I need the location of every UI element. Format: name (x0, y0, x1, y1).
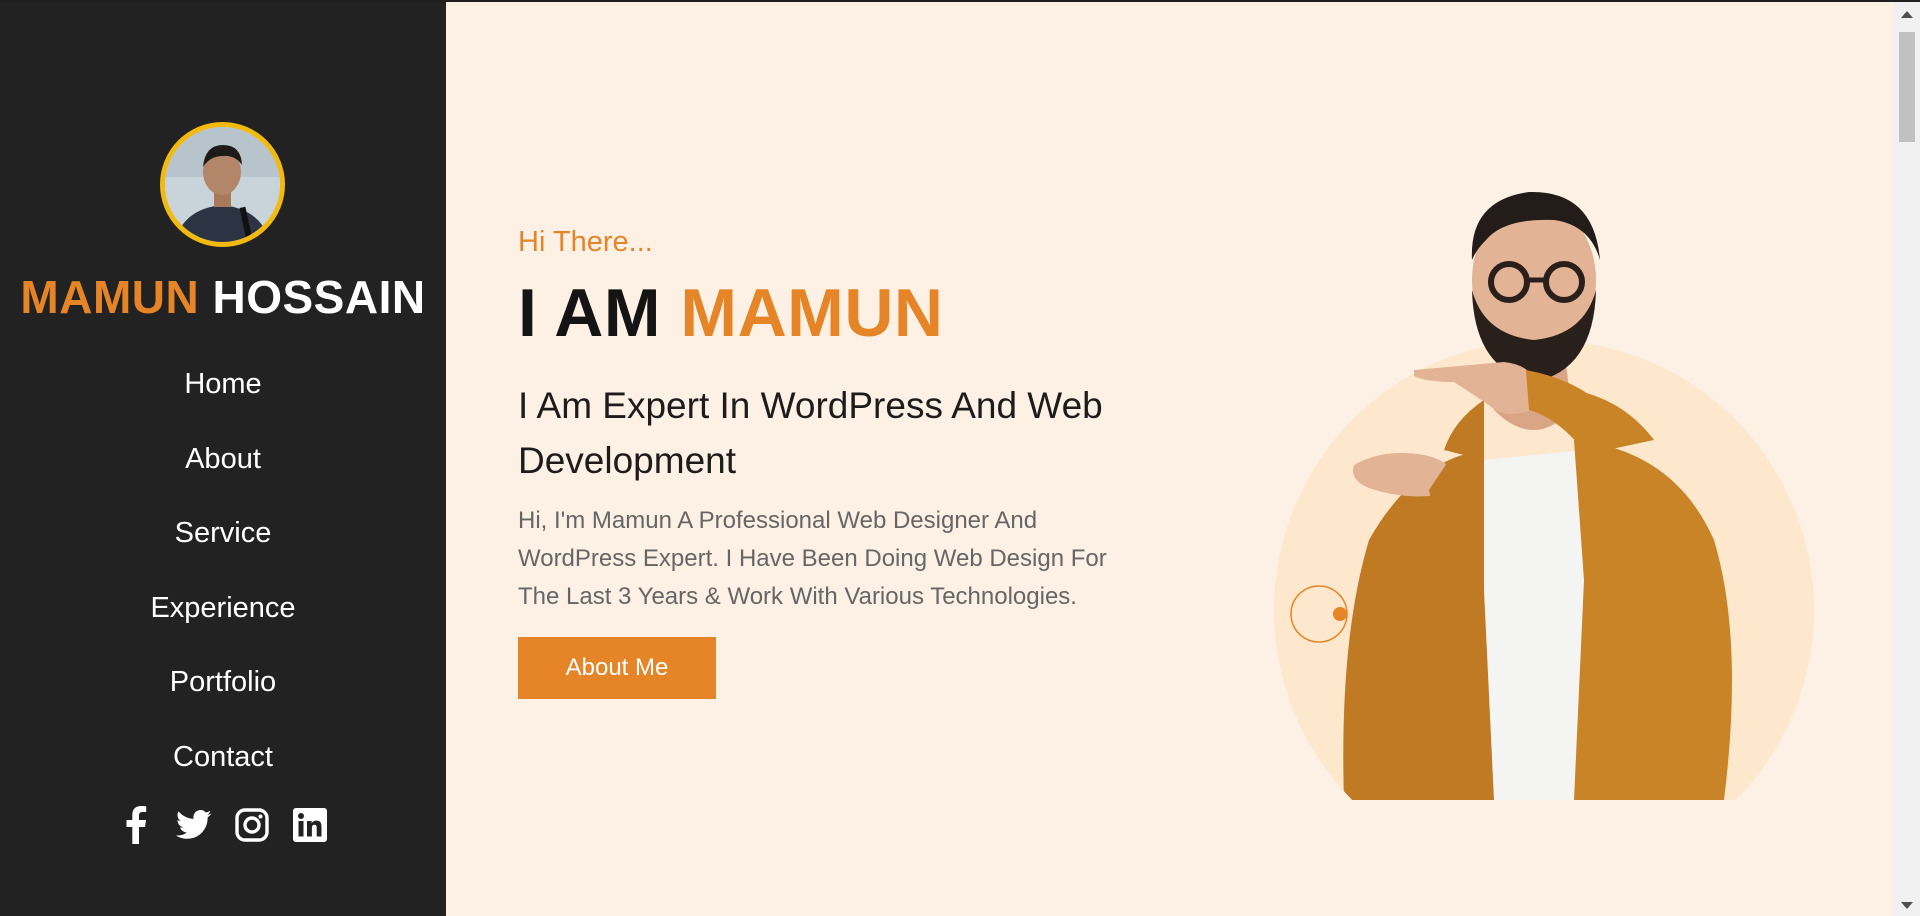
hero-greeting: Hi There... (518, 226, 653, 258)
scrollbar-thumb[interactable] (1899, 32, 1915, 142)
nav-item-label[interactable]: Home (184, 368, 261, 400)
hero-headline: I AM MAMUN (518, 274, 944, 352)
nav-item-label[interactable]: Portfolio (170, 666, 276, 698)
sidebar: MAMUN HOSSAIN Home About Service Experie… (0, 0, 446, 916)
nav-item-label[interactable]: Contact (173, 741, 273, 773)
page-scrollbar[interactable] (1894, 2, 1920, 916)
nav-item-about[interactable]: About (0, 437, 446, 512)
nav-item-experience[interactable]: Experience (0, 586, 446, 661)
brand-last-name: HOSSAIN (212, 271, 426, 323)
scroll-down-icon[interactable] (1901, 902, 1913, 909)
hero-image (1154, 120, 1894, 880)
scroll-up-icon[interactable] (1901, 11, 1913, 18)
nav-item-home[interactable]: Home (0, 362, 446, 437)
nav-item-portfolio[interactable]: Portfolio (0, 660, 446, 735)
main-nav: Home About Service Experience Portfolio … (0, 362, 446, 809)
nav-item-label[interactable]: About (185, 443, 261, 475)
hero-section: Hi There... I AM MAMUN I Am Expert In Wo… (446, 2, 1894, 916)
hero-subtitle: I Am Expert In WordPress And Web Develop… (518, 385, 1103, 481)
social-links (0, 805, 446, 845)
profile-photo-icon (165, 127, 280, 242)
about-me-button[interactable]: About Me (518, 637, 716, 699)
nav-item-service[interactable]: Service (0, 511, 446, 586)
facebook-icon[interactable] (118, 805, 154, 845)
nav-item-contact[interactable]: Contact (0, 735, 446, 810)
twitter-icon[interactable] (176, 805, 212, 845)
man-pointing-illustration-icon (1274, 191, 1814, 880)
hero-description: Hi, I'm Mamun A Professional Web Designe… (518, 507, 1107, 610)
nav-item-label[interactable]: Service (175, 517, 272, 549)
avatar (160, 122, 285, 247)
top-border (0, 0, 1920, 2)
headline-prefix: I AM (518, 275, 662, 351)
linkedin-icon[interactable] (292, 805, 328, 845)
brand-first-name: MAMUN (20, 271, 200, 323)
nav-item-label[interactable]: Experience (150, 592, 295, 624)
instagram-icon[interactable] (234, 805, 270, 845)
headline-name: MAMUN (680, 275, 944, 351)
brand-name[interactable]: MAMUN HOSSAIN (0, 270, 446, 324)
